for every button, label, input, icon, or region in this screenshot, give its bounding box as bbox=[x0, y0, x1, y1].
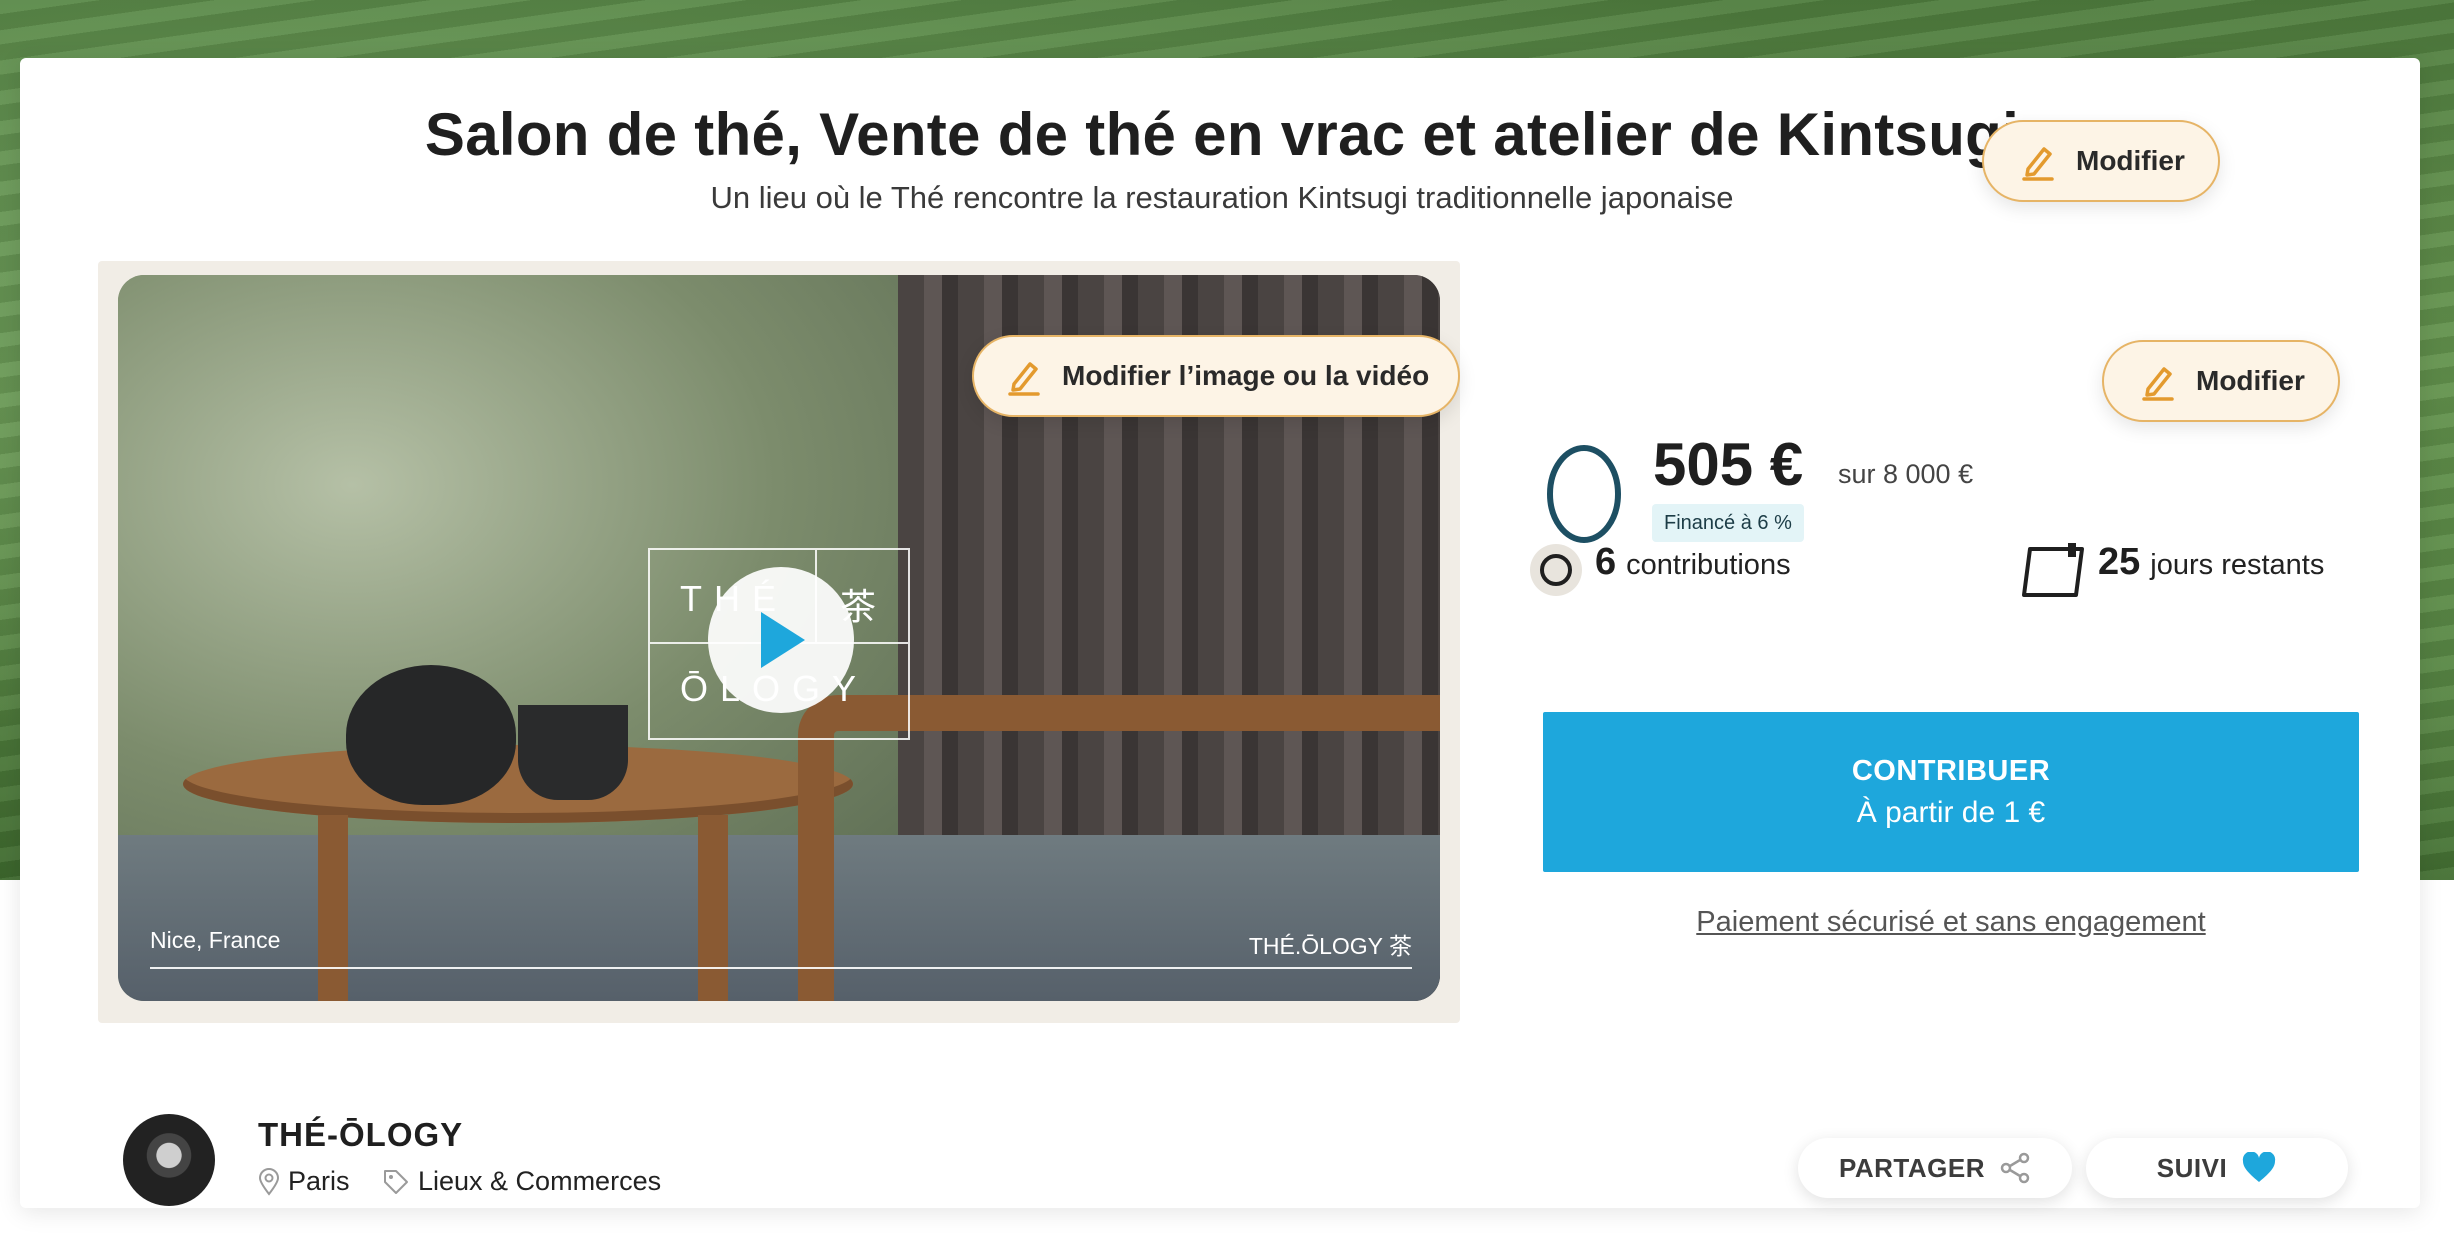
calendar-icon bbox=[2022, 543, 2084, 597]
photo-cup bbox=[518, 705, 628, 800]
play-icon bbox=[761, 612, 805, 668]
contributions-icon bbox=[1530, 544, 1582, 596]
funding-progress-ring bbox=[1547, 445, 1621, 543]
contributions-label: contributions bbox=[1626, 549, 1791, 581]
photo-caption-location: Nice, France bbox=[150, 927, 281, 953]
days-left-stat: 25 jours restants bbox=[2018, 541, 2324, 599]
owner-category-label: Lieux & Commerces bbox=[418, 1166, 662, 1196]
pencil-icon bbox=[1008, 362, 1040, 396]
pencil-icon bbox=[2022, 147, 2054, 181]
edit-funding-label: Modifier bbox=[2196, 365, 2305, 396]
edit-title-label: Modifier bbox=[2076, 145, 2185, 176]
days-left-label: jours restants bbox=[2150, 549, 2325, 581]
contribute-button[interactable]: CONTRIBUER À partir de 1 € bbox=[1543, 712, 2359, 872]
play-button[interactable] bbox=[708, 567, 854, 713]
owner-location: Paris bbox=[258, 1166, 350, 1197]
pencil-icon bbox=[2142, 367, 2174, 401]
share-label: PARTAGER bbox=[1838, 1152, 1986, 1183]
owner-location-label: Paris bbox=[288, 1166, 350, 1196]
project-media: THÉ 茶 ŌLOGY Nice, France THÉ.ŌLOGY 茶 Mod… bbox=[98, 261, 1460, 1023]
edit-title-button[interactable]: Modifier bbox=[1982, 120, 2220, 202]
share-button[interactable]: PARTAGER bbox=[1798, 1138, 2072, 1198]
contributions-count: 6 bbox=[1595, 541, 1617, 583]
owner-category[interactable]: Lieux & Commerces bbox=[382, 1166, 661, 1197]
photo-caption-brand: THÉ.ŌLOGY 茶 bbox=[1248, 933, 1412, 959]
share-icon bbox=[2000, 1152, 2030, 1184]
location-pin-icon bbox=[258, 1167, 280, 1196]
owner-name[interactable]: THÉ-ŌLOGY bbox=[258, 1116, 463, 1154]
photo-teapot bbox=[346, 665, 516, 805]
tag-icon bbox=[384, 1169, 408, 1194]
edit-media-button[interactable]: Modifier l’image ou la vidéo bbox=[972, 335, 1460, 417]
funded-badge: Financé à 6 % bbox=[1652, 504, 1804, 542]
days-left-count: 25 bbox=[2098, 541, 2141, 583]
follow-label: SUIVI bbox=[2156, 1152, 2228, 1183]
caption-divider bbox=[150, 967, 1412, 969]
contributions-stat: 6 contributions bbox=[1527, 541, 1791, 599]
photo-table-leg bbox=[318, 815, 348, 1001]
secure-payment-link[interactable]: Paiement sécurisé et sans engagement bbox=[1543, 906, 2359, 939]
follow-button[interactable]: SUIVI bbox=[2086, 1138, 2348, 1198]
project-card: Salon de thé, Vente de thé en vrac et at… bbox=[20, 58, 2420, 1208]
contribute-sublabel: À partir de 1 € bbox=[1856, 795, 2046, 829]
edit-media-label: Modifier l’image ou la vidéo bbox=[1062, 360, 1430, 391]
contribute-label: CONTRIBUER bbox=[1851, 754, 2051, 787]
heart-icon bbox=[2243, 1152, 2276, 1182]
edit-funding-button[interactable]: Modifier bbox=[2102, 340, 2340, 422]
avatar[interactable] bbox=[123, 1114, 215, 1206]
funding-goal: sur 8 000 € bbox=[1838, 459, 1974, 489]
amount-raised: 505 € bbox=[1653, 431, 1804, 498]
photo-table-leg bbox=[698, 815, 728, 1001]
